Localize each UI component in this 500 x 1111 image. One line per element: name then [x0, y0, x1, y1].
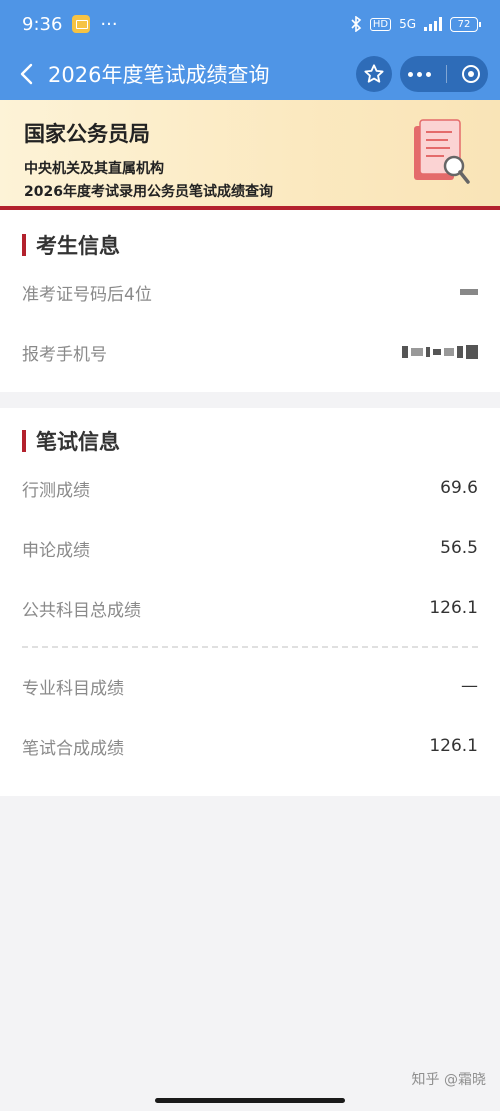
section-title-exam: 笔试信息	[22, 424, 478, 458]
row-value: 56.5	[440, 538, 478, 558]
hd-badge: HD	[369, 17, 392, 31]
home-indicator[interactable]	[155, 1098, 345, 1103]
row-value: —	[461, 676, 478, 696]
row-label: 准考证号码后4位	[22, 284, 152, 305]
battery-level: 72	[457, 18, 471, 30]
row-label: 行测成绩	[22, 480, 90, 501]
masked-value-phone	[402, 345, 478, 359]
close-miniprogram-icon[interactable]	[462, 65, 481, 83]
row-public-total-score: 公共科目总成绩 126.1	[22, 578, 478, 638]
status-time: 9:36	[22, 13, 63, 35]
row-label: 申论成绩	[22, 540, 90, 561]
row-phone: 报考手机号	[22, 322, 478, 382]
row-label: 笔试合成成绩	[22, 738, 124, 759]
row-admission-ticket: 准考证号码后4位	[22, 262, 478, 322]
more-menu-icon[interactable]	[407, 71, 431, 77]
page-title: 2026年度笔试成绩查询	[48, 63, 270, 87]
exam-info-section: 笔试信息 行测成绩 69.6 申论成绩 56.5 公共科目总成绩 126.1 专…	[0, 408, 500, 796]
row-value: 126.1	[429, 598, 478, 618]
row-shenlun-score: 申论成绩 56.5	[22, 518, 478, 578]
star-icon	[364, 64, 384, 83]
back-icon[interactable]	[14, 62, 38, 86]
miniprogram-capsule	[400, 56, 488, 92]
row-label: 专业科目成绩	[22, 678, 124, 699]
row-professional-score: 专业科目成绩 —	[22, 656, 478, 716]
battery-icon: 72	[450, 16, 481, 32]
dashed-divider	[22, 646, 478, 648]
document-search-illustration-icon	[414, 119, 470, 184]
nav-bar: 2026年度笔试成绩查询	[0, 48, 500, 100]
row-label: 公共科目总成绩	[22, 600, 141, 621]
bluetooth-icon	[351, 16, 362, 32]
status-bar: 9:36 ··· HD 5G 72	[0, 0, 500, 48]
row-value: 69.6	[440, 478, 478, 498]
favorite-button[interactable]	[356, 56, 392, 92]
row-xingce-score: 行测成绩 69.6	[22, 458, 478, 518]
section-title-candidate: 考生信息	[22, 228, 478, 262]
row-combined-score: 笔试合成成绩 126.1	[22, 716, 478, 776]
header-banner: 国家公务员局 中央机关及其直属机构 2026年度考试录用公务员笔试成绩查询	[0, 100, 500, 210]
row-label: 报考手机号	[22, 344, 107, 365]
row-value: 126.1	[429, 736, 478, 756]
masked-value-ticket	[460, 289, 478, 295]
status-more-notifications: ···	[100, 13, 118, 35]
notification-app-icon	[72, 15, 91, 33]
network-type: 5G	[399, 17, 416, 31]
signal-icon	[424, 17, 442, 31]
candidate-info-section: 考生信息 准考证号码后4位 报考手机号	[0, 210, 500, 392]
watermark: 知乎 @霜晓	[411, 1072, 486, 1088]
